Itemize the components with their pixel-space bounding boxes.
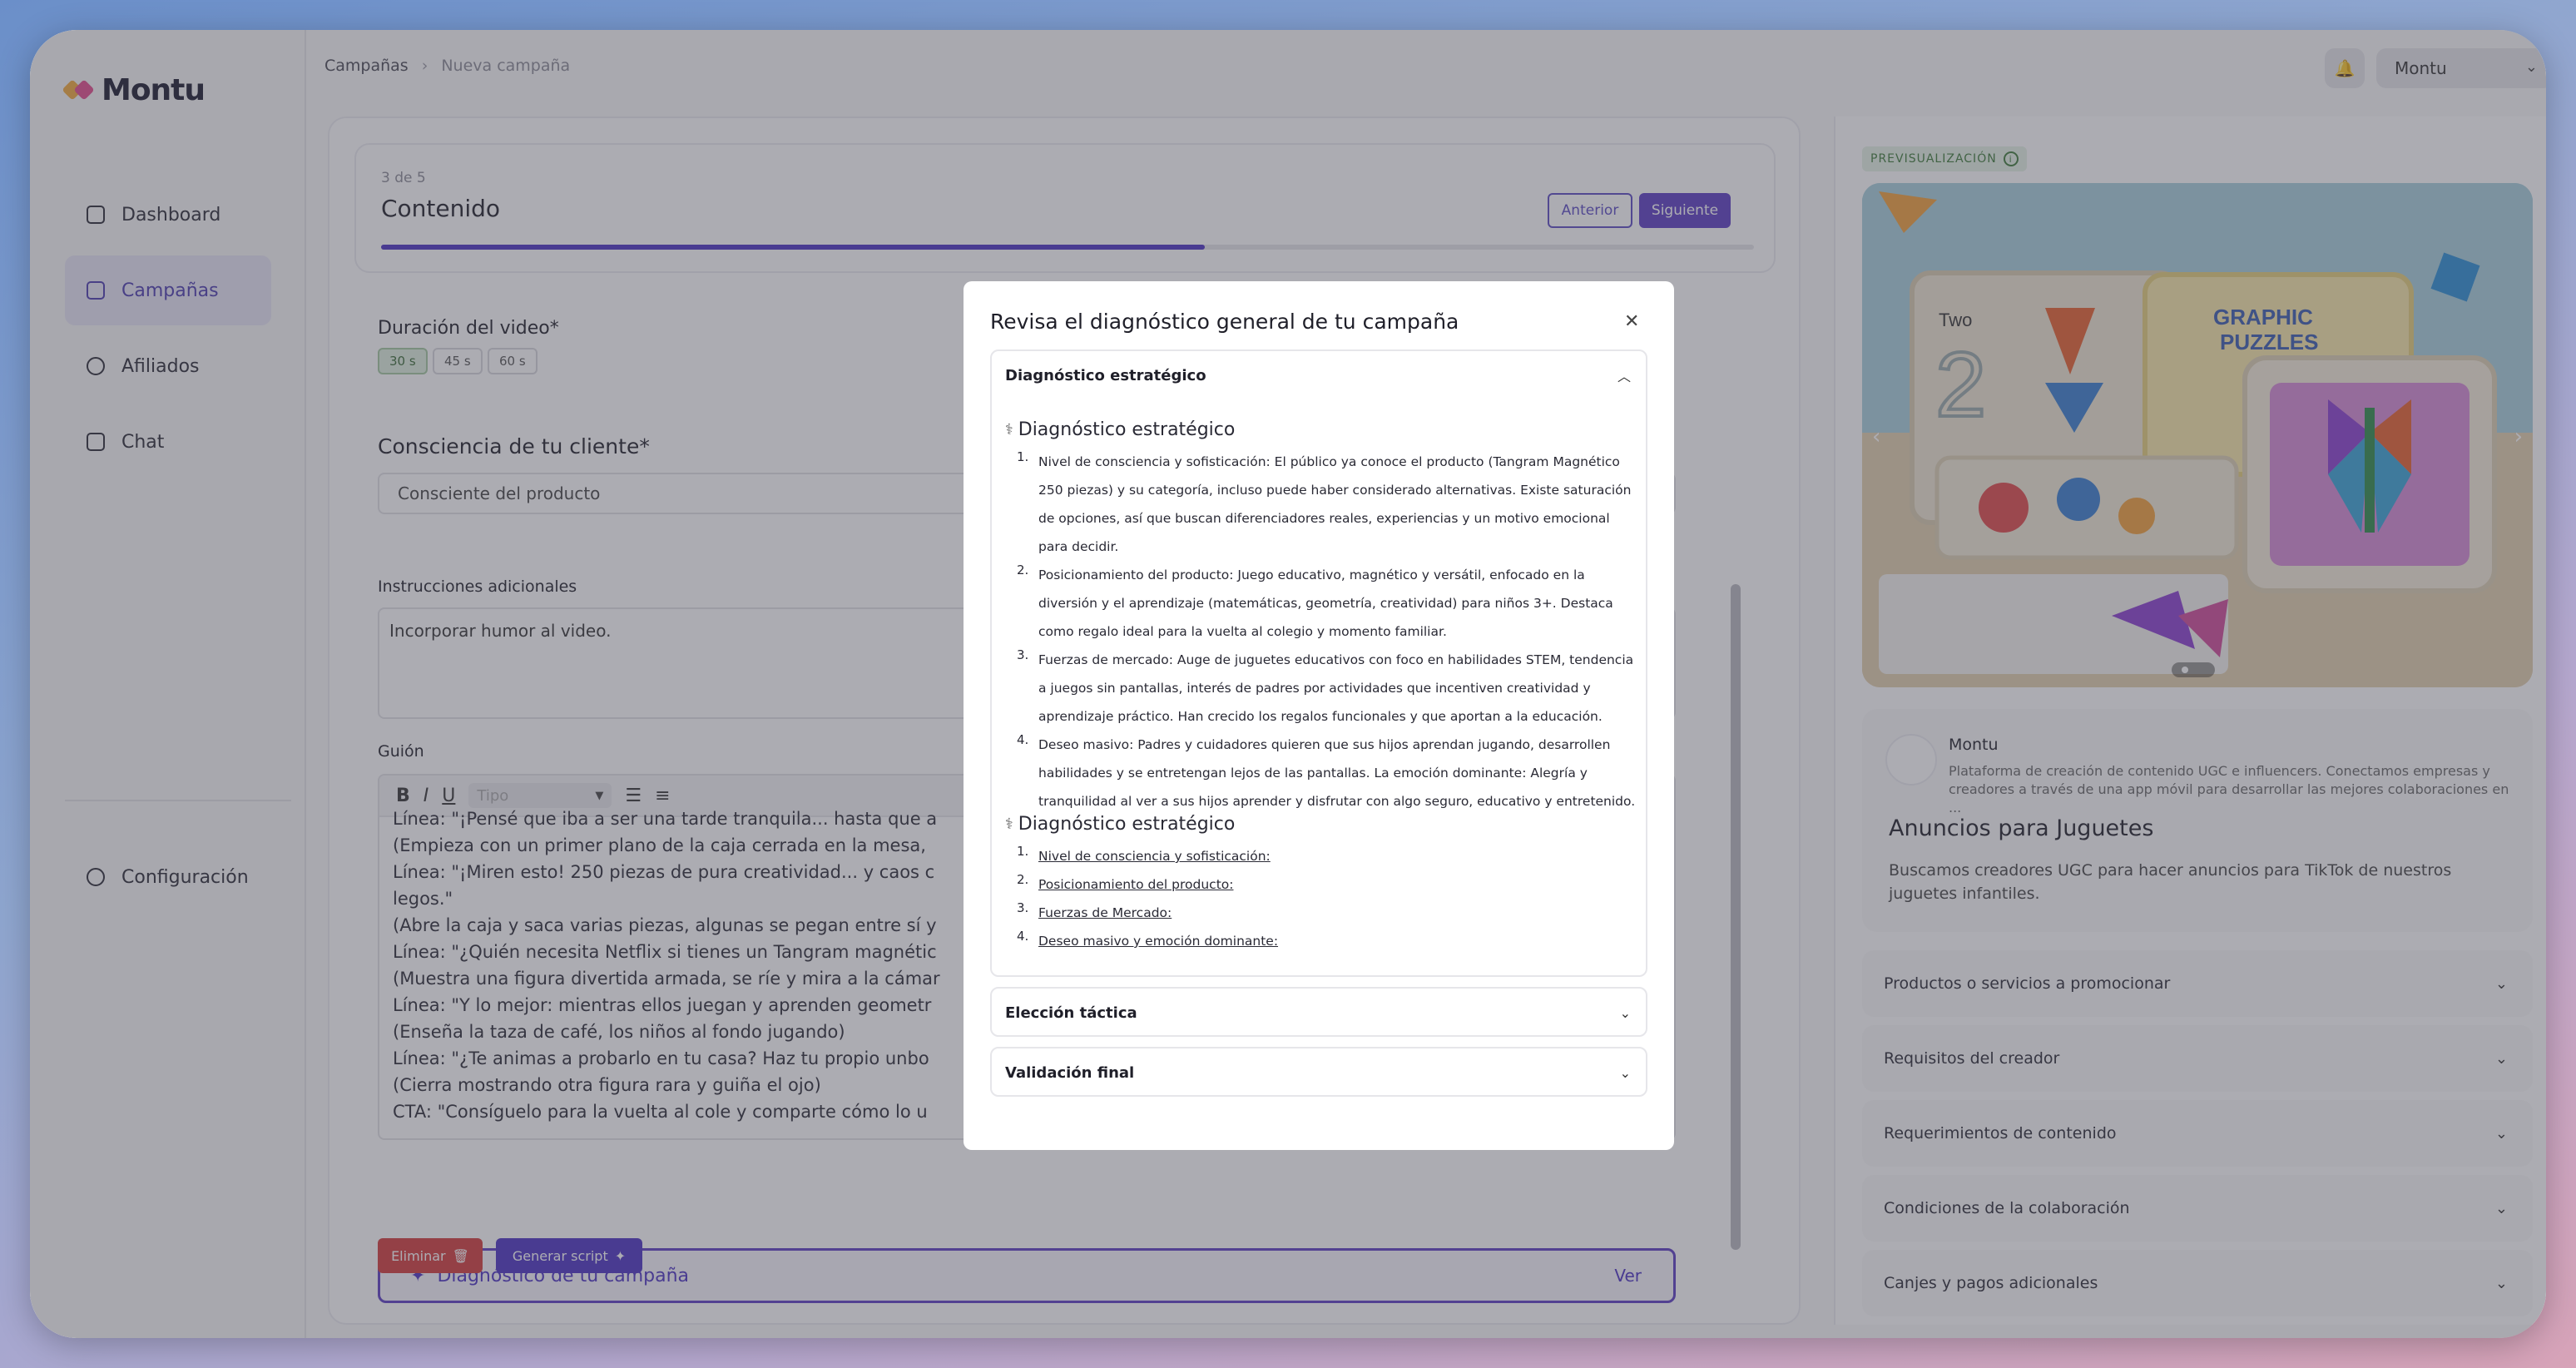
list-number: 3. xyxy=(1017,900,1029,915)
stethoscope-icon: ⚕ xyxy=(1005,815,1013,833)
list-item-link[interactable]: Nivel de consciencia y sofisticación: xyxy=(1038,849,1271,864)
section-heading: ⚕ Diagnóstico estratégico xyxy=(1005,419,1235,440)
section-heading: ⚕ Diagnóstico estratégico xyxy=(1005,814,1235,835)
list-item[interactable]: 1. Nivel de consciencia y sofisticación: xyxy=(1008,842,1641,870)
chevron-up-icon: ︿ xyxy=(1617,369,1631,384)
list-item-text: Nivel de consciencia y sofisticación: El… xyxy=(1038,454,1632,554)
list-item-text: Deseo masivo: Padres y cuidadores quiere… xyxy=(1038,737,1636,809)
list-number: 4. xyxy=(1017,929,1029,944)
accordion-title: Diagnóstico estratégico xyxy=(1005,366,1206,384)
list-item: 3. Fuerzas de mercado: Auge de juguetes e… xyxy=(1008,646,1641,731)
accordion-validacion-final[interactable]: Validación final ⌄ xyxy=(990,1047,1647,1097)
accordion-header-validacion[interactable]: Validación final ⌄ xyxy=(992,1048,1646,1097)
list-item-link[interactable]: Posicionamiento del producto: xyxy=(1038,877,1233,892)
list-item[interactable]: 3. Fuerzas de Mercado: xyxy=(1008,899,1641,927)
list-item[interactable]: 4. Deseo masivo y emoción dominante: xyxy=(1008,927,1641,955)
chevron-down-icon: ⌄ xyxy=(1619,1004,1631,1021)
modal-title: Revisa el diagnóstico general de tu camp… xyxy=(990,310,1459,334)
accordion-header-diagnostico[interactable]: Diagnóstico estratégico ︿ xyxy=(992,351,1646,399)
list-number: 1. xyxy=(1017,449,1029,464)
accordion-title: Elección táctica xyxy=(1005,1004,1137,1022)
stethoscope-icon: ⚕ xyxy=(1005,421,1013,439)
accordion-header-eleccion[interactable]: Elección táctica ⌄ xyxy=(992,989,1646,1037)
list-number: 2. xyxy=(1017,872,1029,887)
app-window: Montu Dashboard Campañas Afiliados Chat xyxy=(30,30,2546,1338)
list-item: 1. Nivel de consciencia y sofisticación: … xyxy=(1008,448,1641,561)
list-item[interactable]: 2. Posicionamiento del producto: xyxy=(1008,870,1641,899)
accordion-diagnostico: Diagnóstico estratégico ︿ ⚕ Diagnóstico … xyxy=(990,349,1647,977)
list-item-text: Posicionamiento del producto: Juego educ… xyxy=(1038,568,1613,639)
list-item-link[interactable]: Fuerzas de Mercado: xyxy=(1038,905,1172,920)
list-number: 3. xyxy=(1017,647,1029,662)
diagnostic-modal: Revisa el diagnóstico general de tu camp… xyxy=(964,281,1674,1150)
list-item-link[interactable]: Deseo masivo y emoción dominante: xyxy=(1038,934,1278,949)
list-number: 2. xyxy=(1017,563,1029,577)
strategic-links: 1. Nivel de consciencia y sofisticación: … xyxy=(1008,842,1641,955)
list-item-text: Fuerzas de mercado: Auge de juguetes edu… xyxy=(1038,652,1634,724)
chevron-down-icon: ⌄ xyxy=(1619,1064,1631,1081)
section-heading-text: Diagnóstico estratégico xyxy=(1018,419,1236,440)
accordion-eleccion-tactica[interactable]: Elección táctica ⌄ xyxy=(990,987,1647,1037)
list-number: 4. xyxy=(1017,732,1029,747)
list-item: 4. Deseo masivo: Padres y cuidadores quie… xyxy=(1008,731,1641,815)
section-heading-text: Diagnóstico estratégico xyxy=(1018,814,1236,835)
accordion-title: Validación final xyxy=(1005,1063,1135,1082)
strategic-list: 1. Nivel de consciencia y sofisticación: … xyxy=(1008,448,1641,815)
list-item: 2. Posicionamiento del producto: Juego ed… xyxy=(1008,561,1641,646)
close-icon[interactable]: ✕ xyxy=(1624,311,1639,332)
list-number: 1. xyxy=(1017,844,1029,859)
